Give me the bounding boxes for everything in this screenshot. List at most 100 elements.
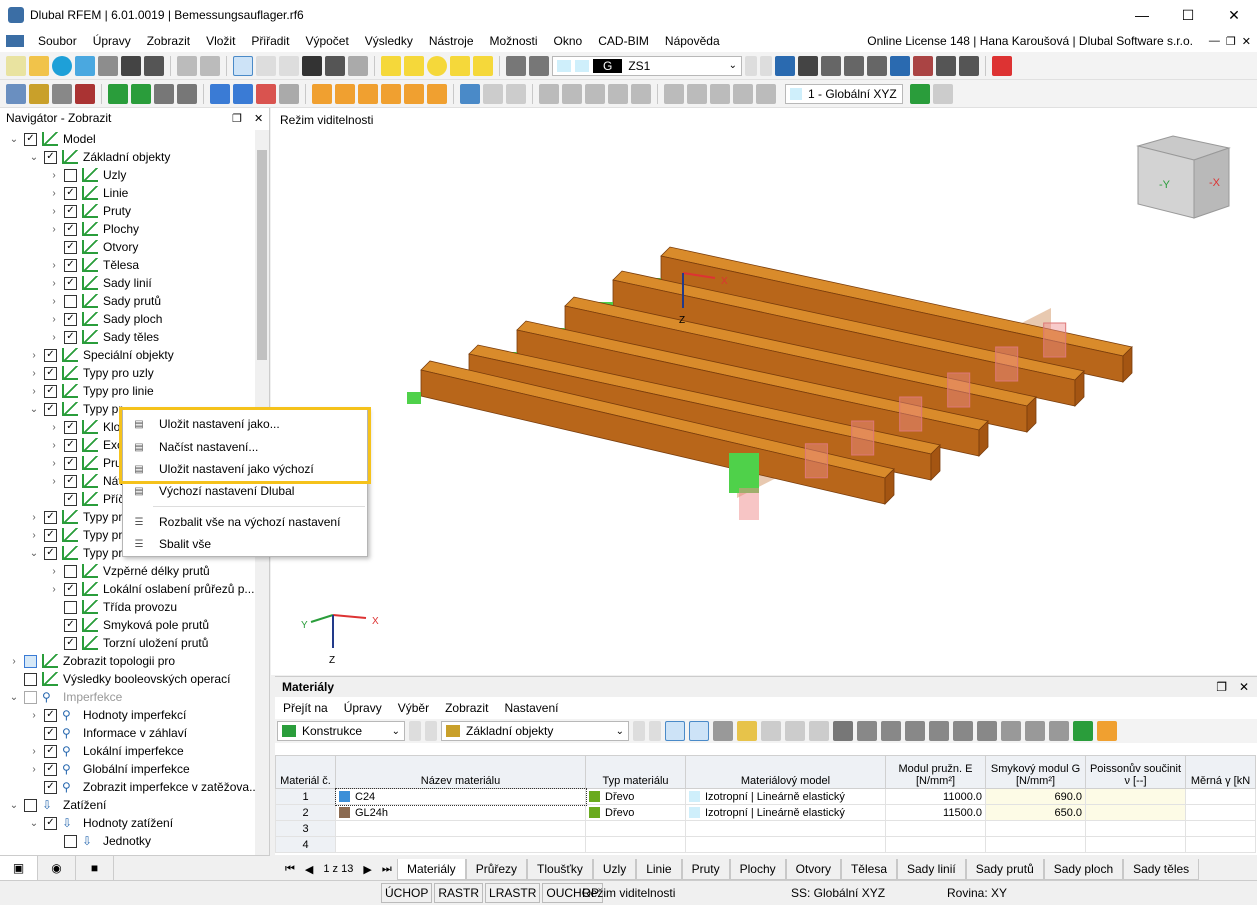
tree-item[interactable]: › ✓ Plochy: [48, 220, 139, 238]
sheet-tab[interactable]: Sady těles: [1123, 858, 1200, 880]
table-cell[interactable]: [985, 820, 1086, 837]
table-cell[interactable]: [585, 820, 686, 837]
expander-icon[interactable]: ›: [48, 224, 60, 235]
tree-item[interactable]: ⇩ Jednotky: [48, 832, 151, 850]
column-header[interactable]: Název materiálu: [335, 755, 586, 789]
view-cube[interactable]: -Y -X: [1136, 135, 1231, 219]
column-header[interactable]: Poissonův součinit ν [--]: [1085, 755, 1186, 789]
table-cell[interactable]: [885, 820, 986, 837]
print-icon[interactable]: [144, 55, 164, 76]
tree-item[interactable]: ⌄ ✓ Typy pro: [28, 544, 129, 562]
tree-item[interactable]: ⌄ ✓ Základní objekty: [28, 148, 170, 166]
materials-menu-item[interactable]: Přejít na: [275, 701, 336, 715]
navigator-toggle-icon[interactable]: [233, 55, 253, 76]
tree-checkbox[interactable]: ✓: [44, 816, 57, 830]
menu-3[interactable]: Vložit: [198, 34, 243, 48]
trim-icon[interactable]: [381, 83, 401, 104]
tree-checkbox[interactable]: ✓: [64, 618, 77, 632]
expander-icon[interactable]: ›: [48, 440, 60, 451]
filter-objects-select[interactable]: Základní objekty ⌄: [441, 721, 629, 741]
mdi-minimize-icon[interactable]: —: [1209, 35, 1220, 48]
tree-item[interactable]: › ✓ ⚲ Hodnoty imperfekcí: [28, 706, 186, 724]
tree-item[interactable]: › ✓ Tělesa: [48, 256, 139, 274]
tree-item[interactable]: › ✓ Lokální oslabení průřezů p...: [48, 580, 254, 598]
tree-checkbox[interactable]: ✓: [44, 384, 57, 398]
tree-checkbox[interactable]: ✓: [64, 492, 77, 506]
table-cell[interactable]: GL24h: [335, 804, 586, 821]
table-row[interactable]: 4: [275, 836, 1256, 853]
table-toggle-icon[interactable]: [256, 55, 276, 76]
tree-item[interactable]: › ✓ ⚲ Globální imperfekce: [28, 760, 189, 778]
tree-item[interactable]: › ✓ Náv: [48, 472, 124, 490]
tree-checkbox[interactable]: ✓: [64, 186, 77, 200]
sheet-tab[interactable]: Linie: [636, 858, 682, 880]
panel-float-icon[interactable]: ❐: [1216, 680, 1227, 694]
tree-item[interactable]: › ✓ Speciální objekty: [28, 346, 174, 364]
table-cell[interactable]: [1085, 836, 1186, 853]
nodal-support-icon[interactable]: [108, 83, 128, 104]
status-toggle[interactable]: LRASTR: [485, 883, 541, 903]
solid-icon[interactable]: [585, 83, 605, 104]
join-icon[interactable]: [335, 83, 355, 104]
bearing-block[interactable]: [947, 372, 971, 408]
menu-8[interactable]: Možnosti: [482, 34, 546, 48]
table-cell[interactable]: [885, 836, 986, 853]
load-down-icon[interactable]: [506, 55, 526, 76]
decimals-icon[interactable]: [1097, 721, 1117, 741]
sync-selection-icon[interactable]: [689, 721, 709, 741]
column-header[interactable]: Typ materiálu: [585, 755, 686, 789]
table-view-icon[interactable]: [713, 721, 733, 741]
expander-icon[interactable]: ›: [48, 314, 60, 325]
fx-check-icon[interactable]: [1049, 721, 1069, 741]
new-file-icon[interactable]: [6, 55, 26, 76]
prev-object-icon[interactable]: [633, 721, 645, 741]
expander-icon[interactable]: ›: [28, 530, 40, 541]
table-cell[interactable]: [335, 836, 586, 853]
target-icon[interactable]: [427, 55, 447, 76]
table-cell[interactable]: [685, 836, 886, 853]
frame-icon[interactable]: [483, 83, 503, 104]
table-row[interactable]: 3: [275, 820, 1256, 837]
divide-icon[interactable]: [312, 83, 332, 104]
copy-row-icon[interactable]: [785, 721, 805, 741]
next-loadcase-icon[interactable]: [760, 55, 772, 76]
arrange-icon[interactable]: [404, 83, 424, 104]
status-toggle[interactable]: RASTR: [434, 883, 484, 903]
tree-checkbox[interactable]: ✓: [44, 546, 57, 560]
tree-checkbox[interactable]: ✓: [24, 132, 37, 146]
tree-item[interactable]: › ✓ Sady linií: [48, 274, 152, 292]
tree-item[interactable]: › ✓ Sady těles: [48, 328, 159, 346]
sheet-tab[interactable]: Pruty: [681, 858, 730, 880]
expander-icon[interactable]: ›: [28, 764, 40, 775]
tree-checkbox[interactable]: ✓: [64, 222, 77, 236]
menu-6[interactable]: Výsledky: [357, 34, 421, 48]
dimension-icon[interactable]: [154, 83, 174, 104]
sheet-tab[interactable]: Materiály: [397, 858, 466, 880]
tree-checkbox[interactable]: ✓: [44, 744, 57, 758]
scrollbar-thumb[interactable]: [257, 150, 267, 360]
panel-close-icon[interactable]: ✕: [1239, 680, 1249, 694]
table-cell[interactable]: [1085, 804, 1186, 821]
prev-loadcase-icon[interactable]: [745, 55, 757, 76]
first-page-icon[interactable]: ⏮: [285, 863, 295, 876]
tree-item[interactable]: › ✓ ⚲ Lokální imperfekce: [28, 742, 183, 760]
expander-icon[interactable]: ›: [48, 476, 60, 487]
connect-icon[interactable]: [427, 83, 447, 104]
console-icon[interactable]: [302, 55, 322, 76]
sheet-tab[interactable]: Tělesa: [840, 858, 897, 880]
display-tab-icon[interactable]: ◉: [38, 856, 76, 880]
tree-item[interactable]: ⌄ ✓ Typy pr: [28, 400, 122, 418]
tree-checkbox[interactable]: ✓: [64, 312, 77, 326]
select-icon[interactable]: [381, 55, 401, 76]
menu-5[interactable]: Výpočet: [297, 34, 356, 48]
table-cell[interactable]: 2: [275, 804, 336, 821]
show-results-icon[interactable]: [798, 55, 818, 76]
materials-menu-item[interactable]: Výběr: [390, 701, 437, 715]
tree-item[interactable]: ✓ Příč: [48, 490, 124, 508]
tree-item[interactable]: ✓ ⚲ Zobrazit imperfekce v zatěžova...: [28, 778, 259, 796]
line-icon[interactable]: [29, 83, 49, 104]
sheet-tab[interactable]: Tloušťky: [527, 858, 593, 880]
delete-row-icon[interactable]: [833, 721, 853, 741]
print-preview-icon[interactable]: [98, 55, 118, 76]
materials-menu-item[interactable]: Úpravy: [336, 701, 390, 715]
